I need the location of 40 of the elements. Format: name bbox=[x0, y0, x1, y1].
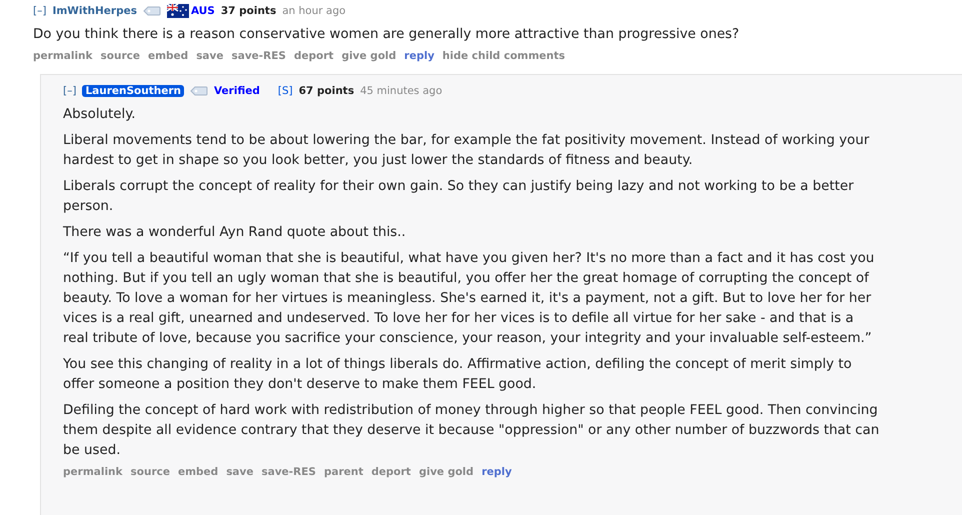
comment-action-link[interactable]: reply bbox=[482, 466, 512, 478]
comment-paragraph: Liberal movements tend to be about lowering the bar, for example the fat positivity movement. Instead of working your hardest to get in shape so you look better, you just lower the standards of fitness and beauty. bbox=[63, 132, 870, 170]
comment-action-link[interactable]: give gold bbox=[418, 466, 474, 478]
comment-action-link[interactable]: parent bbox=[324, 466, 364, 478]
comment-action-link[interactable]: give gold bbox=[342, 50, 396, 62]
comment-action-link[interactable]: permalink bbox=[63, 466, 122, 478]
collapse-toggle[interactable]: [–] bbox=[63, 85, 76, 97]
score: 67 points bbox=[298, 85, 354, 97]
comment-paragraph: Liberals corrupt the concept of reality for their own gain. So they can justify being lazy and not working to be a better person. bbox=[63, 178, 855, 216]
timestamp: an hour ago bbox=[282, 5, 346, 17]
comment-paragraph: “If you tell a beautiful woman that she is beautiful, what have you given her? It's no more than a fact and it has cost you nothing. But if you tell an ugly woman that she is beautiful, you offer her the great homage of corrupting the concept of beauty. To love a woman for her virtues is meaningless. She's earned it, it's a payment, not a gift. But to love her for her vices is a real gift, unearned and undeserved. To love her for her vices is to defile all virtue for her sake - and that is a real tribute of love, because you sacrifice your conscience, your reason, your integrity and your invaluable self-esteem.” bbox=[63, 250, 876, 348]
collapse-toggle[interactable]: [–] bbox=[33, 5, 46, 17]
comment-action-link[interactable]: hide child comments bbox=[442, 50, 566, 62]
comment-action-link[interactable]: deport bbox=[294, 50, 334, 62]
submitter-link[interactable]: [S] bbox=[278, 85, 293, 97]
comment-action-link[interactable]: save-RES bbox=[232, 50, 286, 62]
flag-icon bbox=[166, 4, 189, 18]
comment-action-link[interactable]: save-RES bbox=[262, 466, 316, 478]
comment-action-link[interactable]: embed bbox=[178, 466, 218, 478]
comment-paragraph: Absolutely. bbox=[63, 106, 137, 124]
user-flair: AUS bbox=[190, 5, 215, 17]
score: 37 points bbox=[220, 5, 276, 17]
comment-action-link[interactable]: save bbox=[226, 466, 254, 478]
comment-action-link[interactable]: permalink bbox=[33, 50, 92, 62]
comment-action-link[interactable]: source bbox=[100, 50, 140, 62]
user-flair: Verified bbox=[214, 85, 260, 97]
comment-paragraph: Defiling the concept of hard work with redistribution of money through higher so that people FEEL good. Then convincing them despite all evidence contrary that they deserve it because "oppression" or any other number of buzzwords that can be used. bbox=[63, 402, 880, 460]
tag-icon bbox=[142, 6, 161, 16]
comment-action-link[interactable]: reply bbox=[404, 50, 434, 62]
comment-paragraph: You see this changing of reality in a lot of things liberals do. Affirmative action, defiling the concept of merit simply to offer someone a position they don't deserve to make them FEEL good. bbox=[63, 356, 853, 394]
tag-icon bbox=[190, 86, 208, 96]
comment-action-link[interactable]: source bbox=[130, 466, 170, 478]
comment-action-link[interactable]: save bbox=[196, 50, 224, 62]
comment-paragraph: There was a wonderful Ayn Rand quote about this.. bbox=[63, 224, 407, 242]
comment-action-link[interactable]: deport bbox=[371, 466, 411, 478]
comment-action-link[interactable]: embed bbox=[148, 50, 188, 62]
username-link[interactable]: ImWithHerpes bbox=[52, 5, 137, 17]
username-link[interactable]: LaurenSouthern bbox=[82, 85, 184, 97]
timestamp: 45 minutes ago bbox=[360, 85, 442, 97]
comment-paragraph: Do you think there is a reason conservative women are generally more attractive than progressive ones? bbox=[33, 26, 740, 44]
